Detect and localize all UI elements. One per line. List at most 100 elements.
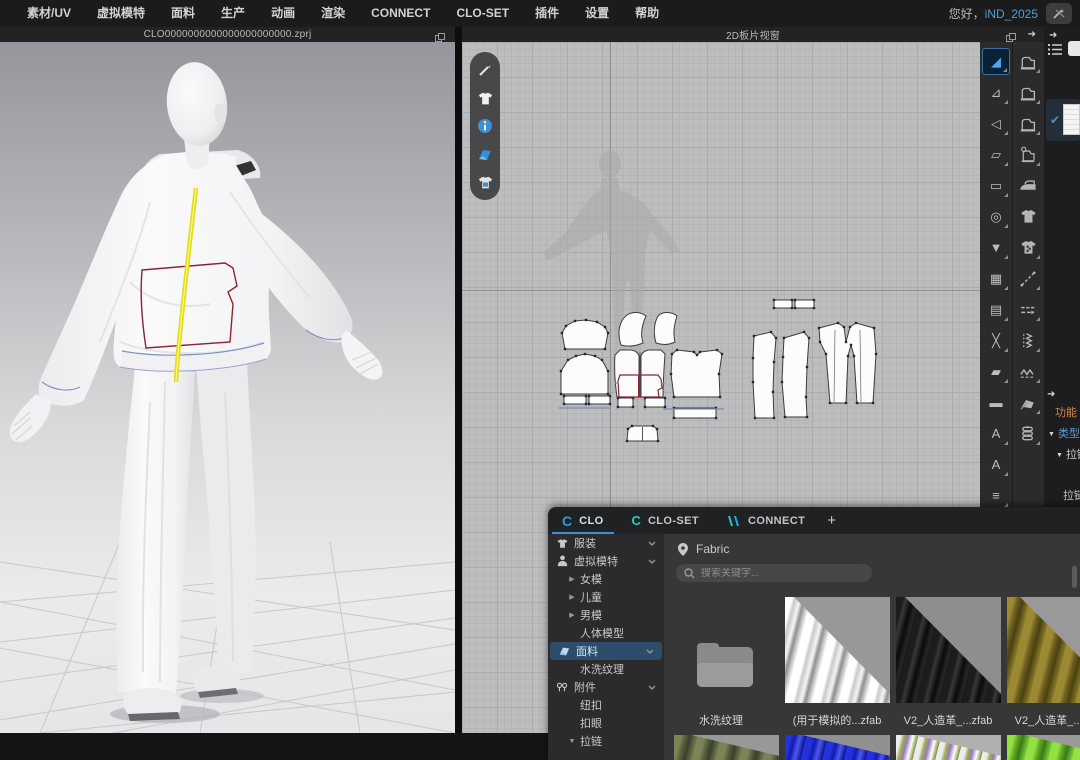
pattern-point[interactable]: [588, 395, 590, 397]
edit-sewing-tool[interactable]: [1014, 141, 1042, 168]
menu-item-素材/UV[interactable]: 素材/UV: [14, 0, 84, 27]
pattern-point[interactable]: [794, 307, 796, 309]
library-item-fabric[interactable]: [785, 735, 890, 760]
pattern-piece[interactable]: [753, 332, 776, 418]
pattern-point[interactable]: [794, 299, 796, 301]
rectangle-tool[interactable]: ▭: [982, 172, 1010, 199]
notch-tool[interactable]: ▰: [982, 358, 1010, 385]
pattern-point[interactable]: [773, 307, 775, 309]
pattern-point[interactable]: [791, 307, 793, 309]
pattern-point[interactable]: [845, 402, 847, 404]
pattern-point[interactable]: [843, 326, 845, 328]
tree-item-儿童[interactable]: ▶儿童: [548, 588, 664, 606]
swatch-partial-icon[interactable]: [1068, 41, 1080, 56]
pattern-point[interactable]: [670, 373, 672, 375]
add-tab-button[interactable]: +: [819, 512, 844, 529]
pattern-point[interactable]: [715, 417, 717, 419]
tab-clo-set[interactable]: CCLO-SET: [618, 507, 713, 534]
viewport-3d-canvas[interactable]: [0, 42, 455, 733]
pattern-piece[interactable]: [774, 300, 792, 308]
transform-pattern-tool[interactable]: ◢: [982, 48, 1010, 75]
clone-layer-tool[interactable]: ▤: [982, 296, 1010, 323]
expand-arrow-icon[interactable]: ➜: [1049, 30, 1057, 41]
pattern-point[interactable]: [752, 381, 754, 383]
menu-item-动画[interactable]: 动画: [258, 0, 308, 27]
pattern-point[interactable]: [855, 322, 857, 324]
menu-item-设置[interactable]: 设置: [572, 0, 622, 27]
viewport-2d-titlebar[interactable]: 2D板片视窗 ➜: [462, 27, 1044, 42]
tab-connect[interactable]: CONNECT: [713, 507, 819, 534]
pattern-point[interactable]: [752, 357, 754, 359]
pattern-point[interactable]: [803, 331, 805, 333]
assistant-wand-button[interactable]: [1046, 3, 1072, 24]
pattern-point[interactable]: [652, 425, 654, 427]
pattern-point[interactable]: [588, 403, 590, 405]
menu-item-插件[interactable]: 插件: [522, 0, 572, 27]
pattern-piece[interactable]: [782, 332, 809, 417]
pattern-point[interactable]: [719, 396, 721, 398]
menu-item-虚拟模特[interactable]: 虚拟模特: [84, 0, 158, 27]
chevron-down-icon[interactable]: [648, 537, 656, 549]
fabric-blue-icon[interactable]: [474, 143, 496, 165]
pattern-point[interactable]: [560, 393, 562, 395]
pattern-text-style-tool[interactable]: A: [982, 451, 1010, 478]
pattern-point[interactable]: [594, 355, 596, 357]
pattern-point[interactable]: [829, 402, 831, 404]
pattern-point[interactable]: [604, 348, 606, 350]
pattern-point[interactable]: [753, 335, 755, 337]
menu-item-CLO-SET[interactable]: CLO-SET: [443, 0, 522, 27]
property-header-type[interactable]: ▼类型: [1048, 425, 1080, 441]
edit-curvature-tool[interactable]: ◁: [982, 110, 1010, 137]
property-row-zipper[interactable]: 拉链: [1063, 487, 1080, 503]
circle-tool[interactable]: ◎: [982, 203, 1010, 230]
tree-item-纽扣[interactable]: 纽扣: [548, 696, 664, 714]
menu-item-生产[interactable]: 生产: [208, 0, 258, 27]
pattern-point[interactable]: [783, 337, 785, 339]
tree-item-服装[interactable]: 服装: [548, 534, 664, 552]
garment-texture-icon[interactable]: [474, 171, 496, 193]
expand-arrow-icon[interactable]: ➜: [1047, 389, 1055, 400]
pattern-point[interactable]: [806, 366, 808, 368]
pattern-point[interactable]: [696, 354, 698, 356]
scrollbar-thumb[interactable]: [1072, 566, 1077, 588]
pattern-point[interactable]: [805, 396, 807, 398]
library-item-fabric[interactable]: [896, 597, 1001, 703]
pattern-point[interactable]: [585, 319, 587, 321]
menu-item-帮助[interactable]: 帮助: [622, 0, 672, 27]
pattern-piece[interactable]: [618, 398, 633, 407]
pattern-point[interactable]: [631, 425, 633, 427]
expand-right-icon[interactable]: ▶: [568, 575, 576, 583]
edit-pattern-tool[interactable]: ⊿: [982, 79, 1010, 106]
pattern-piece[interactable]: [641, 350, 665, 397]
seam-tape-tool[interactable]: ▬: [982, 389, 1010, 416]
expand-right-icon[interactable]: ▶: [568, 611, 576, 619]
pattern-point[interactable]: [718, 373, 720, 375]
pattern-point[interactable]: [773, 299, 775, 301]
pattern-text-tool[interactable]: A: [982, 420, 1010, 447]
pattern-point[interactable]: [818, 327, 820, 329]
pattern-point[interactable]: [847, 355, 849, 357]
library-item-fabric[interactable]: [1007, 735, 1080, 760]
pen-tool-icon[interactable]: [474, 59, 496, 81]
pattern-point[interactable]: [664, 397, 666, 399]
fabric-patch-tool[interactable]: [1014, 389, 1042, 416]
library-item-fabric[interactable]: [896, 735, 1001, 760]
dart-tool[interactable]: ▼: [982, 234, 1010, 261]
pattern-point[interactable]: [617, 406, 619, 408]
pattern-point[interactable]: [813, 299, 815, 301]
pattern-point[interactable]: [676, 349, 678, 351]
pattern-point[interactable]: [853, 355, 855, 357]
pattern-point[interactable]: [699, 351, 701, 353]
pattern-point[interactable]: [607, 370, 609, 372]
iron-press-tool[interactable]: [1014, 172, 1042, 199]
pleats-tool[interactable]: ≡: [982, 482, 1010, 509]
pattern-point[interactable]: [664, 406, 666, 408]
pattern-point[interactable]: [657, 440, 659, 442]
tree-item-虚拟模特[interactable]: 虚拟模特: [548, 552, 664, 570]
library-item-fabric[interactable]: [1007, 597, 1080, 703]
menu-item-面料[interactable]: 面料: [158, 0, 208, 27]
grainline-buttons-tool[interactable]: [1014, 420, 1042, 447]
username[interactable]: iND_2025: [985, 7, 1038, 21]
expand-down-icon[interactable]: ▼: [568, 738, 576, 745]
stitch-line-tool[interactable]: [1014, 265, 1042, 292]
